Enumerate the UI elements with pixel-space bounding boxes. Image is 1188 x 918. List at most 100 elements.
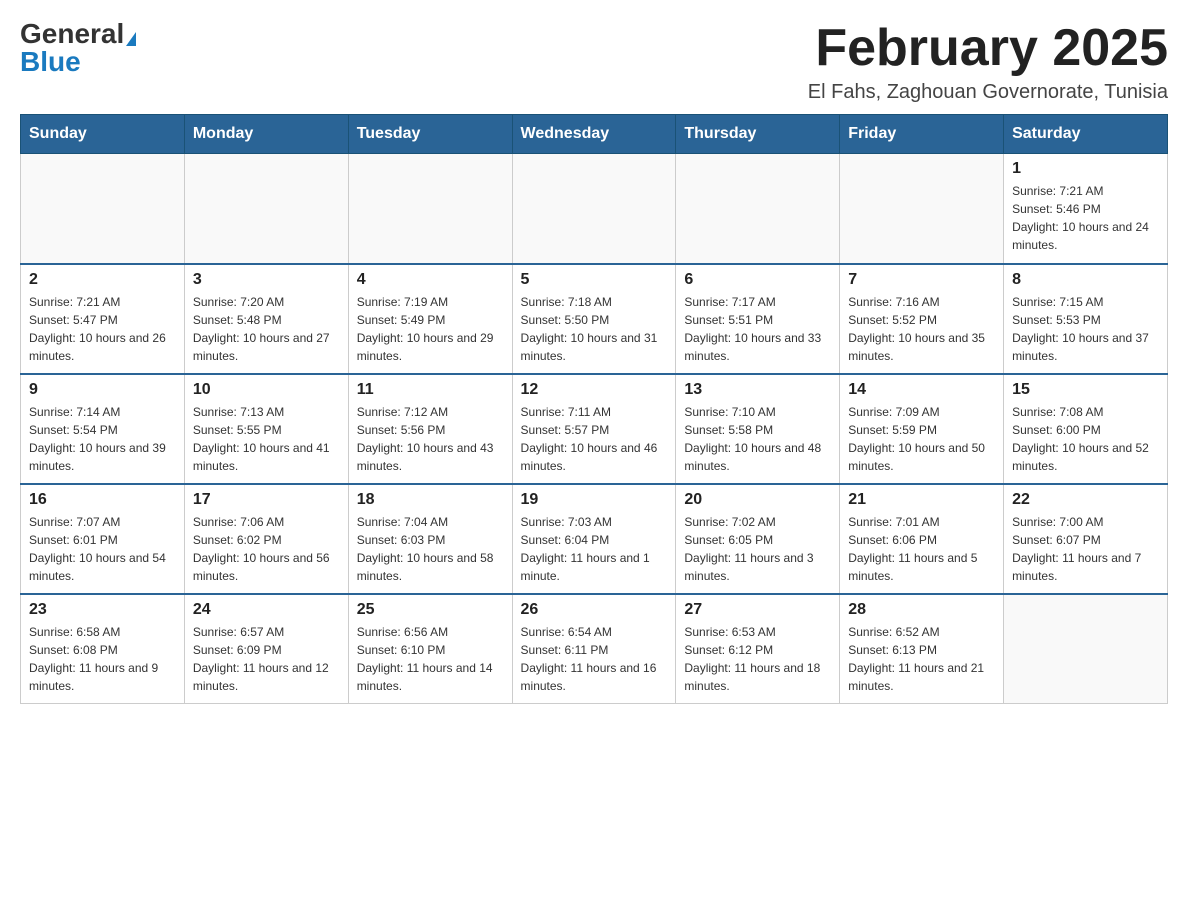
day-info: Sunrise: 7:11 AM Sunset: 5:57 PM Dayligh… (521, 403, 668, 475)
day-info: Sunrise: 7:04 AM Sunset: 6:03 PM Dayligh… (357, 513, 504, 585)
day-number: 26 (521, 601, 668, 619)
title-section: February 2025 El Fahs, Zaghouan Governor… (808, 20, 1168, 104)
calendar-day-cell: 27 Sunrise: 6:53 AM Sunset: 6:12 PM Dayli… (676, 594, 840, 704)
calendar-day-cell: 20 Sunrise: 7:02 AM Sunset: 6:05 PM Dayli… (676, 484, 840, 594)
calendar-day-cell: 7 Sunrise: 7:16 AM Sunset: 5:52 PM Daylig… (840, 264, 1004, 374)
calendar-day-cell: 15 Sunrise: 7:08 AM Sunset: 6:00 PM Dayli… (1004, 374, 1168, 484)
day-number: 21 (848, 491, 995, 509)
day-number: 11 (357, 381, 504, 399)
calendar-day-cell: 16Sunrise: 7:07 AM Sunset: 6:01 PM Dayli… (21, 484, 185, 594)
day-info: Sunrise: 7:18 AM Sunset: 5:50 PM Dayligh… (521, 293, 668, 365)
day-info: Sunrise: 7:03 AM Sunset: 6:04 PM Dayligh… (521, 513, 668, 585)
day-number: 28 (848, 601, 995, 619)
calendar-day-cell (21, 154, 185, 264)
logo-general-text: General (20, 18, 124, 49)
calendar-weekday-wednesday: Wednesday (512, 115, 676, 154)
day-info: Sunrise: 6:57 AM Sunset: 6:09 PM Dayligh… (193, 623, 340, 695)
day-number: 13 (684, 381, 831, 399)
calendar-day-cell: 17 Sunrise: 7:06 AM Sunset: 6:02 PM Dayli… (184, 484, 348, 594)
calendar-day-cell: 23 Sunrise: 6:58 AM Sunset: 6:08 PM Dayli… (21, 594, 185, 704)
day-number: 10 (193, 381, 340, 399)
calendar-day-cell (1004, 594, 1168, 704)
day-info: Sunrise: 7:02 AM Sunset: 6:05 PM Dayligh… (684, 513, 831, 585)
day-info: Sunrise: 7:16 AM Sunset: 5:52 PM Dayligh… (848, 293, 995, 365)
calendar-day-cell: 1Sunrise: 7:21 AM Sunset: 5:46 PM Daylig… (1004, 154, 1168, 264)
day-info: Sunrise: 6:54 AM Sunset: 6:11 PM Dayligh… (521, 623, 668, 695)
page-header: General Blue February 2025 El Fahs, Zagh… (20, 20, 1168, 104)
calendar-day-cell (840, 154, 1004, 264)
day-number: 15 (1012, 381, 1159, 399)
day-number: 12 (521, 381, 668, 399)
calendar-day-cell (512, 154, 676, 264)
calendar-day-cell: 10 Sunrise: 7:13 AM Sunset: 5:55 PM Dayli… (184, 374, 348, 484)
calendar-table: SundayMondayTuesdayWednesdayThursdayFrid… (20, 114, 1168, 704)
calendar-day-cell (676, 154, 840, 264)
calendar-day-cell: 4 Sunrise: 7:19 AM Sunset: 5:49 PM Daylig… (348, 264, 512, 374)
day-number: 6 (684, 271, 831, 289)
day-info: Sunrise: 6:52 AM Sunset: 6:13 PM Dayligh… (848, 623, 995, 695)
calendar-day-cell: 28 Sunrise: 6:52 AM Sunset: 6:13 PM Dayli… (840, 594, 1004, 704)
calendar-day-cell: 25 Sunrise: 6:56 AM Sunset: 6:10 PM Dayli… (348, 594, 512, 704)
day-info: Sunrise: 7:08 AM Sunset: 6:00 PM Dayligh… (1012, 403, 1159, 475)
calendar-day-cell: 12 Sunrise: 7:11 AM Sunset: 5:57 PM Dayli… (512, 374, 676, 484)
day-number: 18 (357, 491, 504, 509)
day-number: 27 (684, 601, 831, 619)
calendar-week-row: 1Sunrise: 7:21 AM Sunset: 5:46 PM Daylig… (21, 154, 1168, 264)
day-number: 2 (29, 271, 176, 289)
day-info: Sunrise: 6:56 AM Sunset: 6:10 PM Dayligh… (357, 623, 504, 695)
calendar-day-cell (184, 154, 348, 264)
day-number: 23 (29, 601, 176, 619)
day-number: 24 (193, 601, 340, 619)
day-number: 5 (521, 271, 668, 289)
calendar-week-row: 23 Sunrise: 6:58 AM Sunset: 6:08 PM Dayli… (21, 594, 1168, 704)
day-number: 19 (521, 491, 668, 509)
calendar-day-cell (348, 154, 512, 264)
day-number: 1 (1012, 160, 1159, 178)
logo-top: General (20, 20, 136, 48)
calendar-weekday-saturday: Saturday (1004, 115, 1168, 154)
day-number: 3 (193, 271, 340, 289)
calendar-day-cell: 13Sunrise: 7:10 AM Sunset: 5:58 PM Dayli… (676, 374, 840, 484)
day-info: Sunrise: 7:21 AM Sunset: 5:47 PM Dayligh… (29, 293, 176, 365)
day-number: 22 (1012, 491, 1159, 509)
day-number: 14 (848, 381, 995, 399)
day-number: 7 (848, 271, 995, 289)
day-info: Sunrise: 7:00 AM Sunset: 6:07 PM Dayligh… (1012, 513, 1159, 585)
day-info: Sunrise: 7:19 AM Sunset: 5:49 PM Dayligh… (357, 293, 504, 365)
calendar-week-row: 2 Sunrise: 7:21 AM Sunset: 5:47 PM Daylig… (21, 264, 1168, 374)
calendar-weekday-friday: Friday (840, 115, 1004, 154)
day-number: 17 (193, 491, 340, 509)
day-number: 8 (1012, 271, 1159, 289)
day-info: Sunrise: 7:17 AM Sunset: 5:51 PM Dayligh… (684, 293, 831, 365)
day-info: Sunrise: 6:53 AM Sunset: 6:12 PM Dayligh… (684, 623, 831, 695)
calendar-weekday-tuesday: Tuesday (348, 115, 512, 154)
calendar-day-cell: 22 Sunrise: 7:00 AM Sunset: 6:07 PM Dayli… (1004, 484, 1168, 594)
calendar-header-row: SundayMondayTuesdayWednesdayThursdayFrid… (21, 115, 1168, 154)
calendar-day-cell: 2 Sunrise: 7:21 AM Sunset: 5:47 PM Daylig… (21, 264, 185, 374)
month-title: February 2025 (808, 20, 1168, 77)
calendar-day-cell: 14 Sunrise: 7:09 AM Sunset: 5:59 PM Dayli… (840, 374, 1004, 484)
calendar-day-cell: 24 Sunrise: 6:57 AM Sunset: 6:09 PM Dayli… (184, 594, 348, 704)
calendar-day-cell: 9 Sunrise: 7:14 AM Sunset: 5:54 PM Daylig… (21, 374, 185, 484)
day-info: Sunrise: 7:13 AM Sunset: 5:55 PM Dayligh… (193, 403, 340, 475)
calendar-day-cell: 5 Sunrise: 7:18 AM Sunset: 5:50 PM Daylig… (512, 264, 676, 374)
calendar-day-cell: 18 Sunrise: 7:04 AM Sunset: 6:03 PM Dayli… (348, 484, 512, 594)
day-number: 9 (29, 381, 176, 399)
day-info: Sunrise: 7:14 AM Sunset: 5:54 PM Dayligh… (29, 403, 176, 475)
location: El Fahs, Zaghouan Governorate, Tunisia (808, 81, 1168, 104)
day-info: Sunrise: 7:06 AM Sunset: 6:02 PM Dayligh… (193, 513, 340, 585)
day-number: 4 (357, 271, 504, 289)
logo: General Blue (20, 20, 136, 76)
day-info: Sunrise: 6:58 AM Sunset: 6:08 PM Dayligh… (29, 623, 176, 695)
calendar-weekday-sunday: Sunday (21, 115, 185, 154)
calendar-day-cell: 8Sunrise: 7:15 AM Sunset: 5:53 PM Daylig… (1004, 264, 1168, 374)
calendar-weekday-thursday: Thursday (676, 115, 840, 154)
day-info: Sunrise: 7:09 AM Sunset: 5:59 PM Dayligh… (848, 403, 995, 475)
day-info: Sunrise: 7:12 AM Sunset: 5:56 PM Dayligh… (357, 403, 504, 475)
logo-triangle-icon (126, 32, 136, 46)
day-info: Sunrise: 7:20 AM Sunset: 5:48 PM Dayligh… (193, 293, 340, 365)
day-number: 25 (357, 601, 504, 619)
day-number: 20 (684, 491, 831, 509)
calendar-weekday-monday: Monday (184, 115, 348, 154)
calendar-week-row: 9 Sunrise: 7:14 AM Sunset: 5:54 PM Daylig… (21, 374, 1168, 484)
